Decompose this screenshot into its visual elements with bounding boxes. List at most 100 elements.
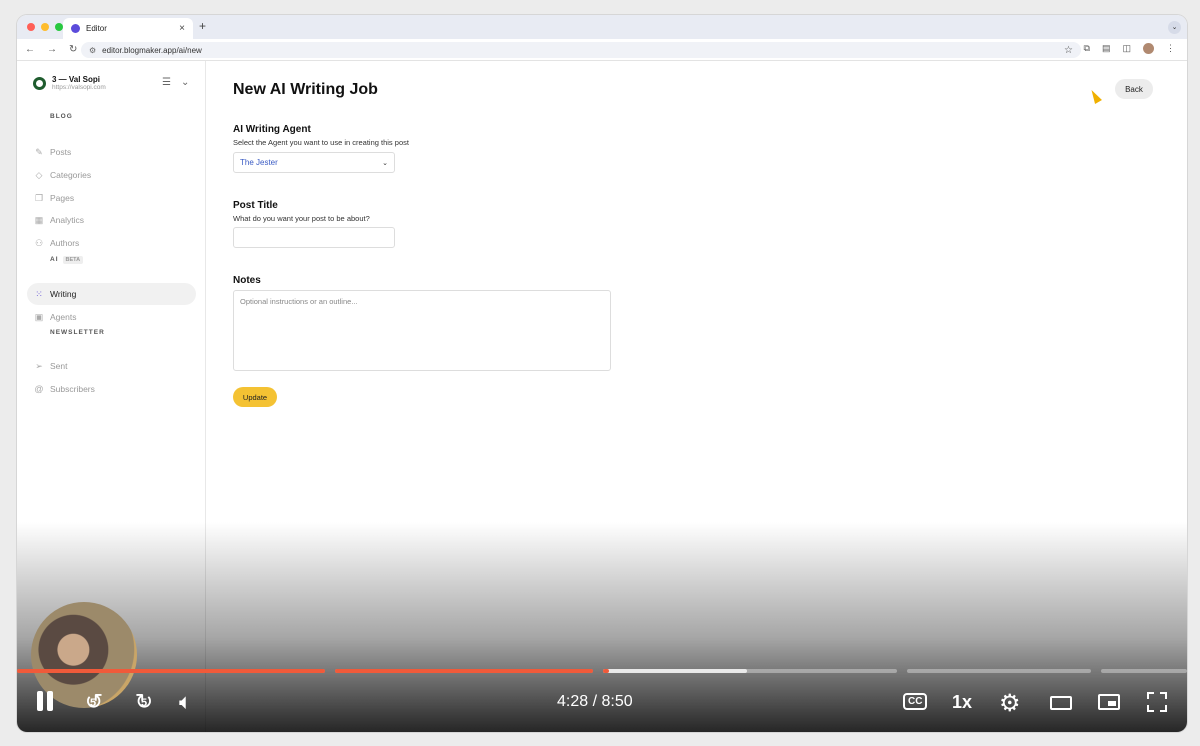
notes-textarea[interactable]: [233, 290, 611, 371]
extensions-icon[interactable]: ⧉: [1084, 43, 1090, 54]
back-button[interactable]: Back: [1115, 79, 1153, 99]
section-blog: BLOG: [50, 113, 73, 120]
pause-bar-icon: [47, 691, 53, 711]
minimize-window-dot[interactable]: [41, 23, 49, 31]
skip-back-seconds: 5: [90, 697, 97, 709]
pages-icon: ❐: [34, 192, 44, 203]
section-ai-label: AI: [50, 256, 59, 263]
url-field[interactable]: ⚙ editor.blogmaker.app/ai/new ☆: [81, 42, 1081, 58]
sidebar-item-analytics[interactable]: ▦ Analytics: [27, 209, 196, 231]
browser-menu-icon[interactable]: ⋮: [1166, 43, 1175, 54]
post-title-help: What do you want your post to be about?: [233, 214, 370, 223]
chapter-segment[interactable]: [907, 669, 1091, 673]
maximize-window-dot[interactable]: [55, 23, 63, 31]
skip-forward-button[interactable]: ↻ 5: [131, 689, 157, 715]
window-controls: [27, 23, 63, 31]
sidebar-toggle-icon[interactable]: ◫: [1122, 43, 1131, 54]
forward-arrow-icon[interactable]: →: [47, 44, 57, 55]
page-title: New AI Writing Job: [233, 81, 378, 98]
speaker-icon: 🔈︎: [179, 689, 193, 714]
nav-buttons: ← → ↻: [17, 44, 77, 55]
chart-icon: ▦: [34, 214, 44, 225]
playback-speed-button[interactable]: 1x: [952, 692, 972, 713]
sparkle-icon: ⁙: [35, 288, 43, 299]
fullscreen-button[interactable]: [1147, 692, 1167, 712]
sidebar-item-agents[interactable]: ▣ Agents: [27, 306, 196, 328]
chapter-segment[interactable]: [1101, 669, 1187, 673]
beta-badge: BETA: [62, 256, 84, 264]
sidebar-item-label: Categories: [50, 170, 92, 180]
sidebar-item-categories[interactable]: ◇ Categories: [27, 164, 196, 186]
skip-back-button[interactable]: ↺ 5: [81, 689, 107, 715]
chevron-down-icon: ⌄: [382, 159, 388, 167]
video-time: 4:28 / 8:50: [557, 693, 633, 710]
sidebar-item-label: Authors: [50, 238, 80, 248]
sidebar-item-label: Pages: [50, 193, 75, 203]
video-progress-bar[interactable]: [17, 669, 1187, 673]
miniplayer-button[interactable]: [1098, 694, 1120, 710]
browser-window: Editor × + ⌄ ← → ↻ ⚙ editor.blogmaker.ap…: [17, 15, 1187, 732]
sidebar-item-pages[interactable]: ❐ Pages: [27, 187, 196, 209]
fullscreen-icon: [1147, 692, 1167, 712]
update-button[interactable]: Update: [233, 387, 277, 407]
sidebar-item-sent[interactable]: ➢ Sent: [27, 355, 196, 377]
pause-bar-icon: [37, 691, 43, 711]
post-title-input[interactable]: [233, 227, 395, 248]
sidebar-item-label: Posts: [50, 147, 72, 157]
back-arrow-icon[interactable]: ←: [25, 44, 35, 55]
browser-extensions: ⧉ ▤ ◫ ⋮: [1084, 43, 1175, 54]
tab-list-chevron-icon[interactable]: ⌄: [1168, 21, 1181, 34]
bookmark-star-icon[interactable]: ☆: [1064, 45, 1073, 56]
url-text: editor.blogmaker.app/ai/new: [102, 45, 202, 55]
sidebar-item-subscribers[interactable]: @ Subscribers: [27, 378, 196, 400]
section-newsletter: NEWSLETTER: [50, 329, 105, 336]
volume-button[interactable]: 🔈︎: [179, 689, 192, 715]
address-bar-row: ← → ↻ ⚙ editor.blogmaker.app/ai/new ☆ ⧉ …: [17, 39, 1187, 61]
played-progress: [335, 669, 593, 673]
played-progress: [603, 669, 609, 673]
theater-mode-button[interactable]: [1050, 696, 1072, 710]
account-controls: ☰ ⌄: [162, 77, 189, 88]
close-window-dot[interactable]: [27, 23, 35, 31]
sidebar-item-label: Sent: [50, 361, 68, 371]
settings-sliders-icon[interactable]: ☰: [162, 77, 171, 88]
miniplayer-icon: [1098, 694, 1120, 710]
profile-avatar[interactable]: [1143, 43, 1154, 54]
tab-close-icon[interactable]: ×: [179, 23, 185, 34]
tab-title: Editor: [86, 24, 107, 33]
new-tab-button[interactable]: +: [199, 19, 206, 33]
users-icon: ⚇: [34, 237, 44, 248]
at-icon: @: [34, 384, 44, 394]
send-icon: ➢: [35, 360, 43, 371]
agent-select[interactable]: The Jester ⌄: [233, 152, 395, 173]
browser-tab[interactable]: Editor ×: [63, 18, 193, 39]
sidebar-item-posts[interactable]: ✎ Posts: [27, 141, 196, 163]
tab-bar: Editor × + ⌄: [17, 15, 1187, 39]
agent-help: Select the Agent you want to use in crea…: [233, 138, 409, 147]
favicon-icon: [71, 24, 80, 33]
gear-icon: ⚙: [999, 690, 1021, 717]
skip-forward-seconds: 5: [141, 697, 148, 709]
sidebar-item-authors[interactable]: ⚇ Authors: [27, 232, 196, 254]
tag-icon: ◇: [35, 169, 43, 180]
buffered-progress: [603, 669, 747, 673]
site-info-icon[interactable]: ⚙: [89, 46, 96, 55]
sidebar-item-label: Writing: [50, 289, 77, 299]
account-switcher[interactable]: 3 — Val Sopi https://valsopi.com: [33, 75, 106, 91]
post-title-label: Post Title: [233, 200, 278, 211]
agent-label: AI Writing Agent: [233, 124, 311, 135]
account-logo-icon: [33, 76, 46, 90]
sidebar-item-writing[interactable]: ⁙ Writing: [27, 283, 196, 305]
sidebar-item-label: Subscribers: [50, 384, 95, 394]
chevron-down-icon[interactable]: ⌄: [181, 77, 189, 88]
captions-button[interactable]: CC: [903, 693, 928, 710]
agent-selected-value: The Jester: [240, 158, 278, 167]
pause-button[interactable]: [37, 691, 53, 711]
settings-button[interactable]: ⚙: [999, 689, 1021, 718]
edit-icon: ✎: [35, 146, 43, 157]
mouse-cursor-icon: [1088, 87, 1102, 105]
sidebar-item-label: Agents: [50, 312, 77, 322]
reload-icon[interactable]: ↻: [69, 44, 77, 55]
reading-list-icon[interactable]: ▤: [1102, 43, 1111, 54]
account-name: 3 — Val Sopi: [52, 75, 101, 84]
